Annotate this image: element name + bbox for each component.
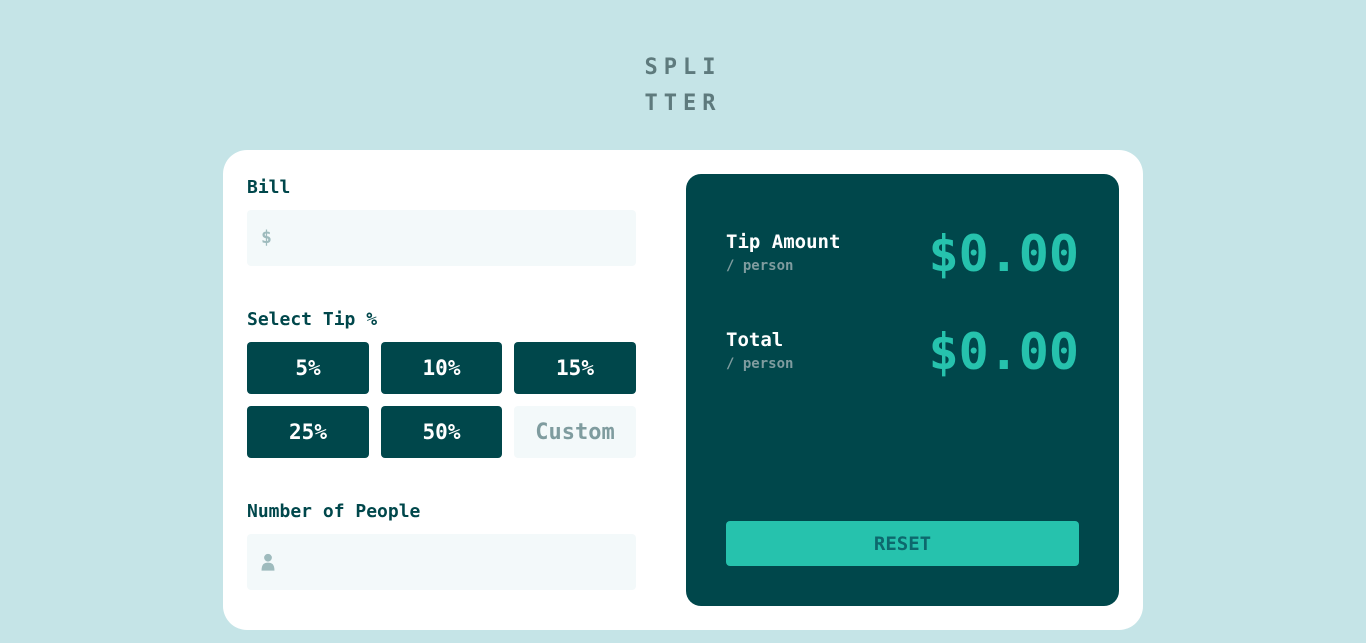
people-field (247, 534, 636, 590)
tip-amount-label: Tip Amount (726, 231, 841, 253)
app-logo: SPLI TTER (0, 50, 1366, 122)
bill-field: $ (247, 210, 636, 266)
tip-button-25[interactable]: 25% (247, 406, 369, 458)
tip-button-15[interactable]: 15% (514, 342, 636, 394)
select-tip-label: Select Tip % (247, 309, 378, 330)
bill-label: Bill (247, 177, 291, 198)
people-input[interactable] (247, 534, 636, 590)
tip-button-50[interactable]: 50% (381, 406, 502, 458)
tip-amount-per-person: / person (726, 258, 794, 274)
results-panel: Tip Amount / person $0.00 Total / person… (686, 174, 1119, 606)
tip-amount-value: $0.00 (928, 225, 1079, 283)
tip-amount-row: Tip Amount / person $0.00 (726, 226, 1079, 286)
total-value: $0.00 (928, 323, 1079, 381)
total-label: Total (726, 329, 784, 351)
total-per-person: / person (726, 356, 794, 372)
tip-options: 5% 10% 15% 25% 50% (247, 342, 636, 458)
bill-input[interactable] (247, 210, 636, 266)
total-row: Total / person $0.00 (726, 324, 1079, 384)
tip-button-5[interactable]: 5% (247, 342, 369, 394)
logo-line-2: TTER (644, 91, 722, 116)
logo-line-1: SPLI (644, 55, 722, 80)
number-of-people-label: Number of People (247, 501, 421, 522)
tip-button-10[interactable]: 10% (381, 342, 502, 394)
custom-tip-input[interactable] (514, 406, 636, 458)
input-panel: Bill $ Select Tip % 5% 10% 15% 25% 50% N… (247, 174, 636, 590)
calculator-card: Bill $ Select Tip % 5% 10% 15% 25% 50% N… (223, 150, 1143, 630)
reset-button[interactable]: RESET (726, 521, 1079, 566)
